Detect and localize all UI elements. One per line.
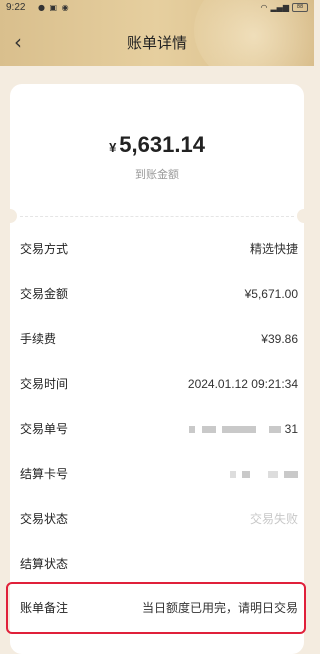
transaction-id-suffix: 31 xyxy=(284,422,298,436)
detail-row-payment-method: 交易方式 精选快捷 xyxy=(20,238,298,260)
dashed-divider xyxy=(20,216,294,217)
detail-row-transaction-time: 交易时间 2024.01.12 09:21:34 xyxy=(20,373,298,395)
currency-symbol: ¥ xyxy=(109,140,117,155)
remark-highlight-box xyxy=(6,582,306,634)
received-amount-label: 到账金额 xyxy=(135,168,179,181)
detail-value-masked xyxy=(227,463,298,485)
status-time: 9:22 xyxy=(6,2,26,13)
wifi-icon: ◠ xyxy=(260,3,268,12)
detail-value-masked: 31 xyxy=(186,418,298,440)
detail-label: 交易金额 xyxy=(20,287,69,301)
detail-label: 交易方式 xyxy=(20,242,69,256)
masked-segment xyxy=(201,426,216,434)
detail-row-transaction-amount: 交易金额 ¥5,671.00 xyxy=(20,283,298,305)
detail-value: 2024.01.12 09:21:34 xyxy=(187,377,298,391)
header-bar: 9:22 ● ▣ ◉ ◠ ▂▄▆ 88 ‹ 账单详情 xyxy=(0,0,314,66)
masked-segment xyxy=(284,471,298,479)
page-title: 账单详情 xyxy=(126,34,187,52)
masked-segment xyxy=(229,471,236,479)
masked-segment xyxy=(269,426,282,434)
status-bar: 9:22 ● ▣ ◉ ◠ ▂▄▆ 88 xyxy=(0,0,314,16)
detail-label: 手续费 xyxy=(20,332,57,346)
detail-row-settlement-status: 结算状态 xyxy=(20,553,298,575)
detail-label: 结算状态 xyxy=(20,557,69,571)
amount-value: 5,631.14 xyxy=(119,132,205,157)
detail-row-transaction-id: 交易单号 31 xyxy=(20,418,298,440)
detail-value: 交易失败 xyxy=(249,512,298,526)
detail-row-fee: 手续费 ¥39.86 xyxy=(20,328,298,350)
battery-icon: 88 xyxy=(292,3,308,12)
masked-segment xyxy=(189,426,196,434)
signal-icon: ▂▄▆ xyxy=(270,3,289,12)
system-icons: ◠ ▂▄▆ 88 xyxy=(261,3,308,12)
masked-segment xyxy=(221,426,256,434)
detail-value: ¥5,671.00 xyxy=(244,287,298,301)
card-notch-right xyxy=(297,209,311,223)
detail-value: 精选快捷 xyxy=(249,242,298,256)
detail-label: 交易时间 xyxy=(20,377,69,391)
detail-row-settlement-card: 结算卡号 xyxy=(20,463,298,485)
detail-label: 交易状态 xyxy=(20,512,69,526)
detail-value: ¥39.86 xyxy=(261,332,298,346)
notification-icons: ● ▣ ◉ xyxy=(38,3,70,12)
detail-label: 结算卡号 xyxy=(20,467,69,481)
received-amount: ¥5,631.14 xyxy=(0,132,314,158)
detail-row-transaction-status: 交易状态 交易失败 xyxy=(20,508,298,530)
masked-segment xyxy=(242,471,251,479)
masked-segment xyxy=(267,471,278,479)
card-notch-left xyxy=(3,209,17,223)
detail-label: 交易单号 xyxy=(20,422,69,436)
